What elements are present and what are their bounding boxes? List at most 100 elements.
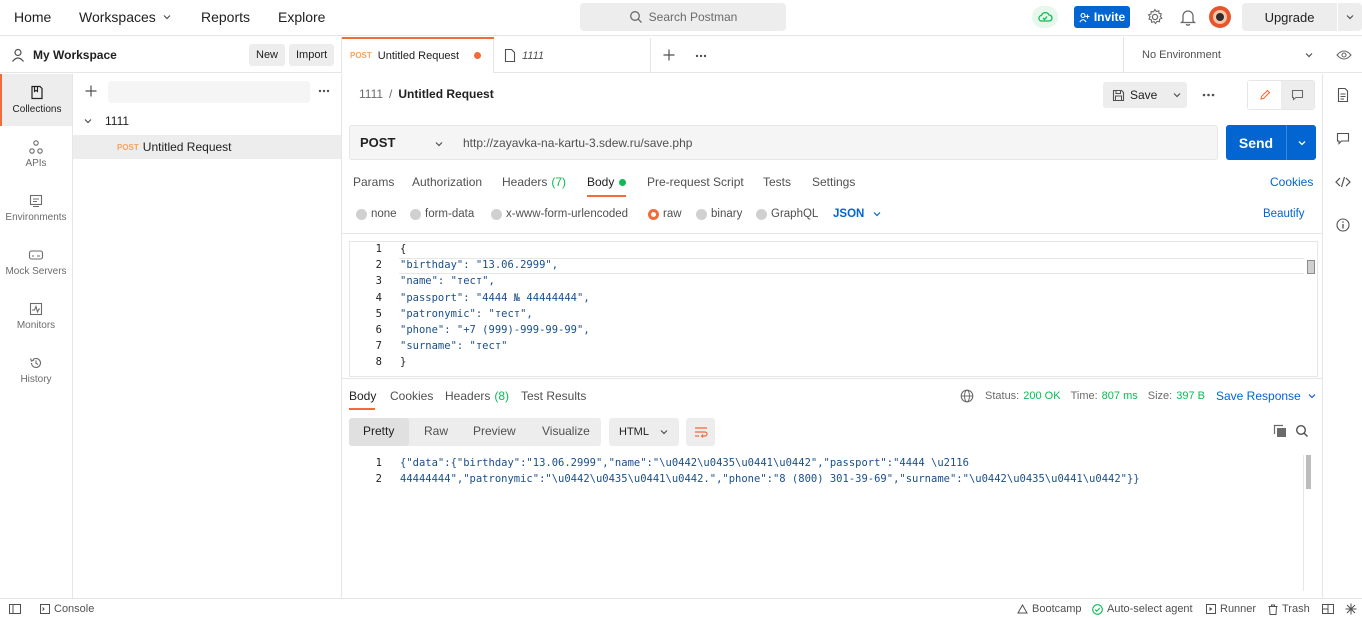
view-pretty[interactable]: Pretty xyxy=(363,424,394,438)
settings-button[interactable] xyxy=(1146,8,1164,26)
help-icon[interactable] xyxy=(1345,603,1357,615)
code-line: "patronymic": "тест", xyxy=(400,307,533,320)
wrap-lines-button[interactable] xyxy=(686,418,715,446)
url-value: http://zayavka-na-kartu-3.sdew.ru/save.p… xyxy=(463,135,693,150)
check-circle-icon xyxy=(1092,603,1103,615)
status-bar: Console Bootcamp Auto-select agent Runne… xyxy=(0,598,1362,618)
runner-button[interactable]: Runner xyxy=(1206,603,1256,615)
request-title[interactable]: Untitled Request xyxy=(398,87,493,101)
view-raw[interactable]: Raw xyxy=(424,424,448,438)
agent-select-button[interactable]: Auto-select agent xyxy=(1092,603,1193,615)
status-value[interactable]: 200 OK xyxy=(1023,390,1060,402)
tab-label: Untitled Request xyxy=(377,49,460,62)
add-collection-icon[interactable] xyxy=(85,85,97,97)
editor-scrollbar[interactable] xyxy=(1307,260,1315,274)
code-icon[interactable] xyxy=(1335,176,1351,188)
response-tab-headers[interactable]: Headers (8) xyxy=(445,389,509,403)
radio-binary[interactable] xyxy=(696,209,707,220)
request-options-icon[interactable] xyxy=(1202,93,1215,97)
response-scrollbar-thumb[interactable] xyxy=(1306,455,1311,489)
view-preview[interactable]: Preview xyxy=(473,424,516,438)
nav-workspaces[interactable]: Workspaces xyxy=(79,9,172,25)
top-bar: Home Workspaces Reports Explore Search P… xyxy=(0,0,1362,36)
bootcamp-button[interactable]: Bootcamp xyxy=(1017,603,1082,615)
edit-mode-button[interactable] xyxy=(1248,81,1281,109)
view-visualize[interactable]: Visualize xyxy=(542,424,590,438)
send-options-button[interactable] xyxy=(1287,138,1316,148)
info-icon[interactable] xyxy=(1336,218,1350,232)
radio-none[interactable] xyxy=(356,209,367,220)
tab-body[interactable]: Body xyxy=(587,175,627,189)
eye-icon[interactable] xyxy=(1336,49,1352,61)
notifications-button[interactable] xyxy=(1180,8,1196,26)
nav-home[interactable]: Home xyxy=(14,9,51,25)
tab-settings[interactable]: Settings xyxy=(812,175,855,189)
rail-collections[interactable]: Collections xyxy=(0,74,72,126)
search-bar[interactable]: Search Postman xyxy=(580,3,786,31)
upgrade-button[interactable]: Upgrade xyxy=(1242,3,1362,31)
globe-icon[interactable] xyxy=(960,389,974,403)
breadcrumb-collection[interactable]: 1111 xyxy=(359,87,383,101)
rail-mock-servers[interactable]: Mock Servers xyxy=(0,236,72,288)
view-mode-toggle[interactable] xyxy=(1247,80,1315,110)
comments-icon[interactable] xyxy=(1336,132,1350,145)
radio-raw[interactable] xyxy=(648,209,659,220)
response-tab-body[interactable]: Body xyxy=(349,389,376,403)
new-tab-icon[interactable] xyxy=(663,49,675,61)
rail-history[interactable]: History xyxy=(0,344,72,396)
tab-overflow-icon[interactable] xyxy=(695,54,707,58)
method-select[interactable]: POST xyxy=(349,125,454,160)
tab-headers[interactable]: Headers (7) xyxy=(502,175,566,189)
response-language-select[interactable]: HTML xyxy=(609,418,679,446)
two-pane-icon[interactable] xyxy=(1322,604,1334,614)
environment-select[interactable]: No Environment xyxy=(1123,37,1322,73)
beautify-link[interactable]: Beautify xyxy=(1263,208,1305,220)
collection-row[interactable]: 1111 xyxy=(83,114,129,128)
rail-environments[interactable]: Environments xyxy=(0,182,72,234)
url-input[interactable]: http://zayavka-na-kartu-3.sdew.ru/save.p… xyxy=(453,125,1218,160)
response-tab-test-results[interactable]: Test Results xyxy=(521,389,586,403)
import-button[interactable]: Import xyxy=(289,44,335,66)
save-button[interactable]: Save xyxy=(1103,82,1187,108)
cookies-link[interactable]: Cookies xyxy=(1270,175,1313,189)
upgrade-menu-button[interactable] xyxy=(1338,12,1362,22)
tab-1111[interactable]: 1111 xyxy=(504,38,651,73)
workspace-name[interactable]: My Workspace xyxy=(33,48,117,62)
search-icon[interactable] xyxy=(1295,424,1309,438)
size-value[interactable]: 397 B xyxy=(1176,390,1205,402)
tab-untitled-request[interactable]: POST Untitled Request xyxy=(342,38,494,73)
radio-urlencoded[interactable] xyxy=(491,209,502,220)
code-line: "surname": "тест" xyxy=(400,340,508,353)
time-value[interactable]: 807 ms xyxy=(1102,390,1138,402)
new-button[interactable]: New xyxy=(249,44,286,66)
code-line: "passport": "4444 № 44444444", xyxy=(400,291,590,304)
trash-button[interactable]: Trash xyxy=(1268,603,1310,615)
radio-graphql-label: GraphQL xyxy=(771,208,819,220)
nav-reports[interactable]: Reports xyxy=(201,9,250,25)
nav-explore[interactable]: Explore xyxy=(278,9,325,25)
tab-params[interactable]: Params xyxy=(353,175,394,189)
rail-monitors[interactable]: Monitors xyxy=(0,290,72,342)
save-response-button[interactable]: Save Response xyxy=(1216,389,1317,403)
documentation-icon[interactable] xyxy=(1337,88,1349,102)
tab-authorization[interactable]: Authorization xyxy=(412,175,482,189)
chevron-down-icon xyxy=(1305,53,1313,58)
avatar[interactable] xyxy=(1209,6,1231,28)
tab-tests[interactable]: Tests xyxy=(763,175,791,189)
format-select[interactable]: JSON xyxy=(833,208,882,220)
sync-status[interactable] xyxy=(1032,6,1058,28)
rail-apis[interactable]: APIs xyxy=(0,128,72,180)
sidebar-search-input[interactable] xyxy=(108,81,310,103)
radio-form-data[interactable] xyxy=(410,209,421,220)
send-button[interactable]: Send xyxy=(1226,125,1316,160)
comment-mode-button[interactable] xyxy=(1281,81,1314,109)
copy-icon[interactable] xyxy=(1273,424,1287,438)
tab-prerequest-script[interactable]: Pre-request Script xyxy=(647,175,744,189)
invite-button[interactable]: Invite xyxy=(1074,6,1130,28)
more-options-icon[interactable] xyxy=(318,89,330,93)
radio-graphql[interactable] xyxy=(756,209,767,220)
sidebar-request-item[interactable]: POST Untitled Request xyxy=(73,135,341,159)
toggle-sidebar-icon[interactable] xyxy=(9,604,21,614)
response-tab-cookies[interactable]: Cookies xyxy=(390,389,433,403)
console-button[interactable]: Console xyxy=(40,603,94,615)
